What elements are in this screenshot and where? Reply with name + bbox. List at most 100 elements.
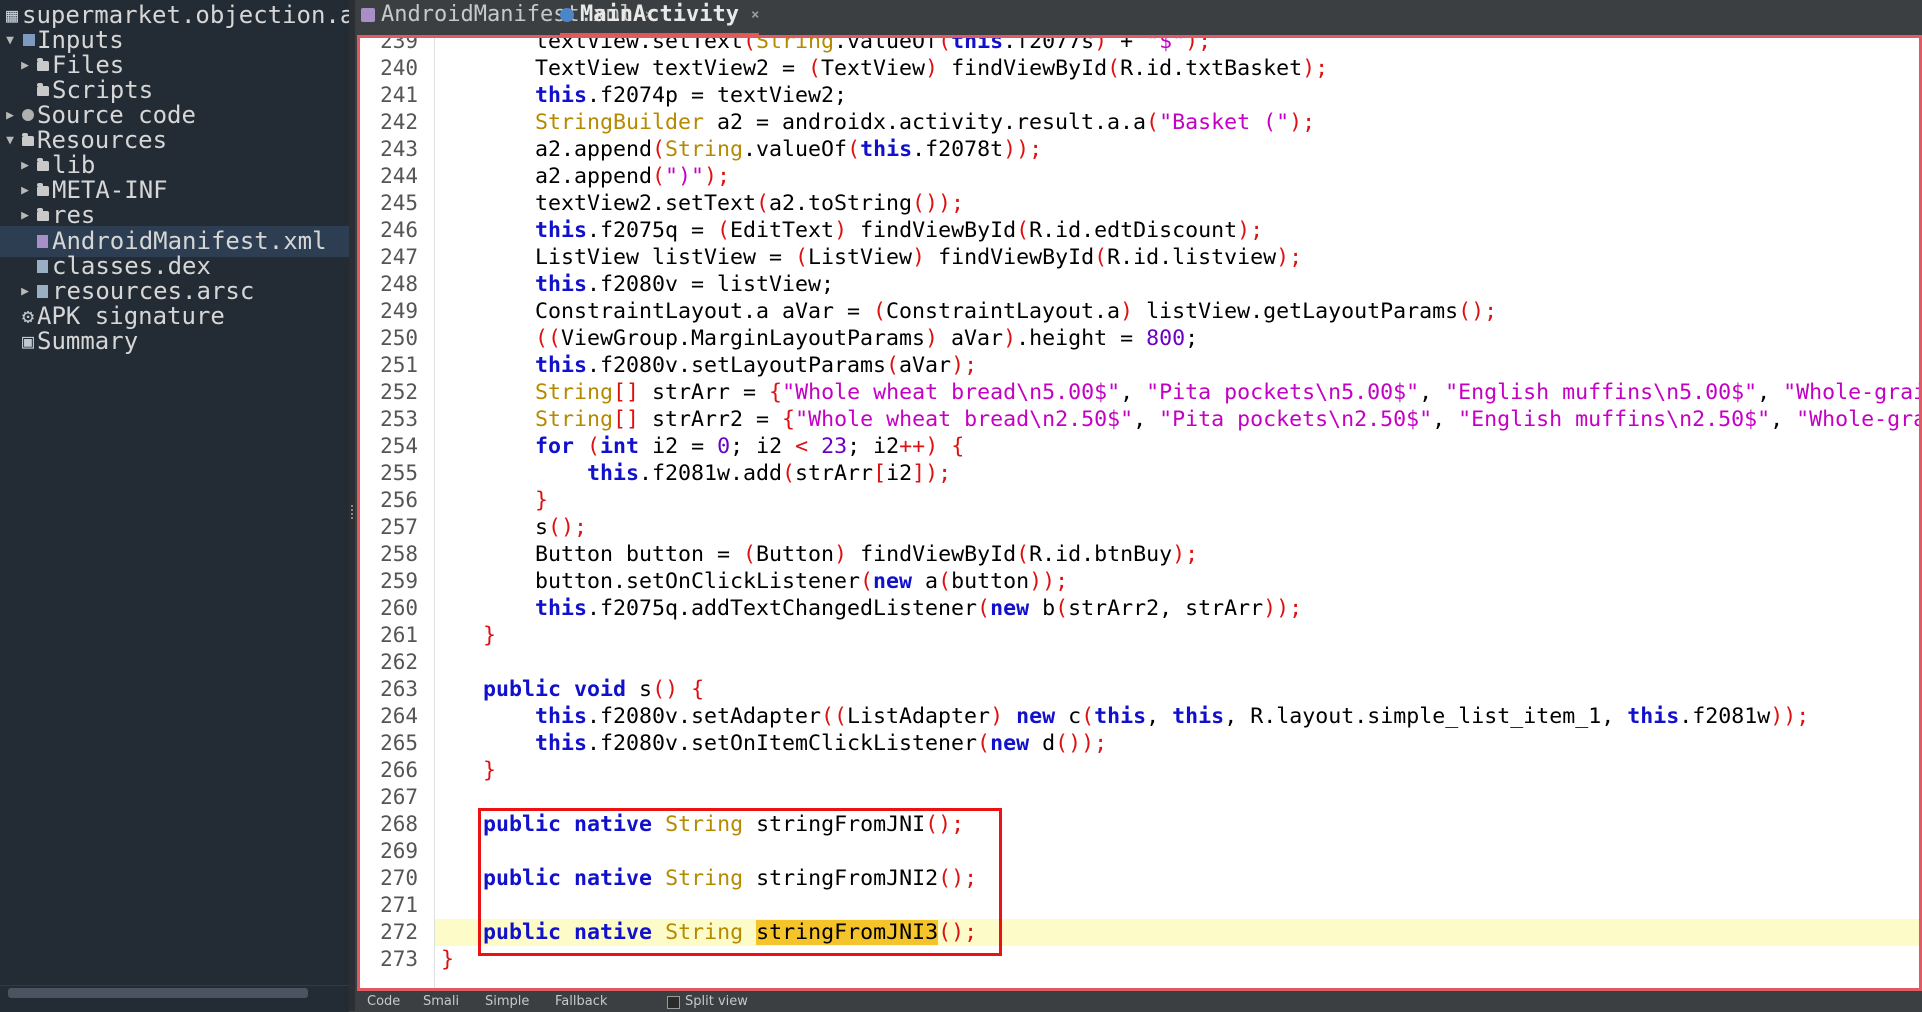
xml-file-icon (37, 235, 48, 248)
code-line: a2.append(")"); (535, 164, 731, 189)
code-line: public void s() { (483, 677, 705, 702)
line-number: 249 (380, 299, 418, 323)
code-line: public native String stringFromJNI(); (483, 812, 965, 837)
code-line: ListView listView = (ListView) findViewB… (535, 245, 1303, 270)
code-line: this.f2074p = textView2; (535, 83, 848, 108)
code-line: String[] strArr = {"Whole wheat bread\n5… (535, 380, 1919, 405)
code-line: this.f2081w.add(strArr[i2]); (587, 461, 952, 486)
tab-fallback[interactable]: Fallback (555, 994, 607, 1009)
line-number: 253 (380, 407, 418, 431)
code-editor[interactable]: 239 240 241 242 243 244 245 246 247 248 … (357, 35, 1922, 991)
tab-simple[interactable]: Simple (485, 994, 529, 1009)
code-area[interactable]: textView.setText(String.valueOf(this.f20… (435, 38, 1919, 988)
folder-icon (37, 183, 49, 196)
line-number: 260 (380, 596, 418, 620)
line-number: 243 (380, 137, 418, 161)
project-tree[interactable]: ▦ supermarket.objection.a ▼ Inputs ▶ Fil… (0, 0, 349, 1012)
line-number: 263 (380, 677, 418, 701)
line-number: 257 (380, 515, 418, 539)
code-line: this.f2080v.setOnItemClickListener(new d… (535, 731, 1108, 756)
code-line: s(); (535, 515, 588, 540)
sidebar-scrollbar-thumb[interactable] (8, 988, 308, 998)
line-number: 240 (380, 56, 418, 80)
code-line: this.f2080v.setLayoutParams(aVar); (535, 353, 978, 378)
line-number: 248 (380, 272, 418, 296)
line-number: 245 (380, 191, 418, 215)
tab-code[interactable]: Code (367, 994, 400, 1009)
tree-item-summary[interactable]: ▣ Summary (0, 326, 349, 357)
code-line: textView.setText(String.valueOf(this.f20… (535, 38, 1212, 54)
folder-icon (37, 158, 49, 171)
line-number: 246 (380, 218, 418, 242)
split-view-checkbox[interactable] (667, 996, 680, 1009)
code-line: } (535, 488, 549, 513)
line-number: 266 (380, 758, 418, 782)
close-icon[interactable]: × (751, 7, 759, 23)
line-number: 267 (380, 785, 418, 809)
line-number: 262 (380, 650, 418, 674)
code-line: } (441, 947, 455, 972)
line-number: 269 (380, 839, 418, 863)
line-number: 268 (380, 812, 418, 836)
line-number: 264 (380, 704, 418, 728)
line-number: 242 (380, 110, 418, 134)
line-number: 270 (380, 866, 418, 890)
folder-icon (37, 83, 49, 96)
code-line: ((ViewGroup.MarginLayoutParams) aVar).he… (535, 326, 1199, 351)
line-number: 256 (380, 488, 418, 512)
inputs-icon (23, 34, 35, 46)
code-line: TextView textView2 = (TextView) findView… (535, 56, 1329, 81)
code-line: this.f2075q = (EditText) findViewById(R.… (535, 218, 1264, 243)
package-icon (22, 109, 34, 121)
tab-main-activity[interactable]: MainActivity × (560, 0, 760, 36)
code-line: public native String stringFromJNI2(); (483, 866, 978, 891)
line-number: 273 (380, 947, 418, 971)
jadx-window: ▦ supermarket.objection.a ▼ Inputs ▶ Fil… (0, 0, 1922, 1012)
line-number: 255 (380, 461, 418, 485)
tab-label: MainActivity (580, 2, 739, 27)
line-number: 247 (380, 245, 418, 269)
splitter-grip[interactable] (351, 505, 355, 519)
code-line: } (483, 623, 497, 648)
folder-icon (37, 58, 49, 71)
code-line: this.f2075q.addTextChangedListener(new b… (535, 596, 1303, 621)
line-number: 239 (380, 35, 418, 53)
line-number: 251 (380, 353, 418, 377)
line-number: 259 (380, 569, 418, 593)
arsc-file-icon (37, 285, 48, 298)
summary-icon: ▣ (22, 329, 35, 353)
folder-icon (22, 133, 34, 146)
code-line: StringBuilder a2 = androidx.activity.res… (535, 110, 1316, 135)
xml-file-icon (361, 8, 375, 22)
code-line: ConstraintLayout.a aVar = (ConstraintLay… (535, 299, 1498, 324)
dex-file-icon (37, 260, 48, 273)
code-line: } (483, 758, 497, 783)
split-view-label: Split view (685, 994, 748, 1009)
editor-tabbar: AndroidManifest.xml × MainActivity × (355, 0, 1922, 36)
code-line: for (int i2 = 0; i2 < 23; i2++) { (535, 434, 965, 459)
code-line: a2.append(String.valueOf(this.f2078t)); (535, 137, 1043, 162)
line-number: 241 (380, 83, 418, 107)
line-number: 258 (380, 542, 418, 566)
tab-smali[interactable]: Smali (423, 994, 459, 1009)
line-number: 244 (380, 164, 418, 188)
line-number: 272 (380, 920, 418, 944)
line-number: 261 (380, 623, 418, 647)
line-number: 271 (380, 893, 418, 917)
code-line: this.f2080v = listView; (535, 272, 835, 297)
code-view-mode-bar: Code Smali Simple Fallback Split view (355, 993, 1922, 1011)
line-number: 265 (380, 731, 418, 755)
code-line: public native String stringFromJNI3(); (483, 920, 978, 945)
class-icon (560, 8, 574, 22)
code-line: String[] strArr2 = {"Whole wheat bread\n… (535, 407, 1919, 432)
tree-item-label: Summary (37, 327, 139, 355)
folder-icon (37, 208, 49, 221)
code-line: this.f2080v.setAdapter((ListAdapter) new… (535, 704, 1810, 729)
code-line: button.setOnClickListener(new a(button))… (535, 569, 1069, 594)
code-line: Button button = (Button) findViewById(R.… (535, 542, 1199, 567)
code-line: textView2.setText(a2.toString()); (535, 191, 965, 216)
line-number: 252 (380, 380, 418, 404)
line-number-gutter: 239 240 241 242 243 244 245 246 247 248 … (360, 38, 435, 988)
line-number: 254 (380, 434, 418, 458)
line-number: 250 (380, 326, 418, 350)
